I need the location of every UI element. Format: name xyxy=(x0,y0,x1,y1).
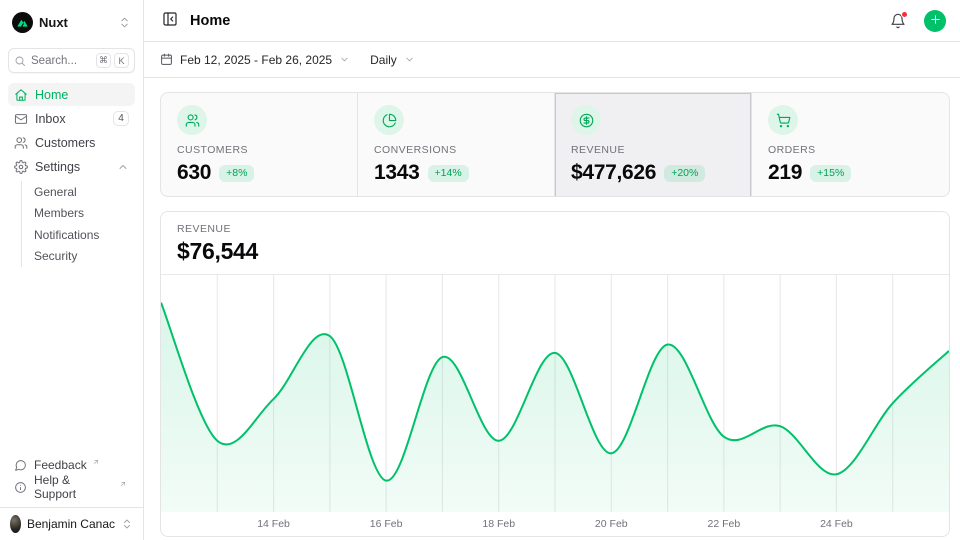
sidebar-item-help-support[interactable]: Help & Support xyxy=(8,476,135,498)
x-tick-label: 18 Feb xyxy=(482,518,515,530)
nuxt-logo-icon xyxy=(12,12,33,33)
search-kbd-shortcut: ⌘K xyxy=(96,53,129,68)
notification-dot xyxy=(901,11,908,18)
x-axis-ticks: 14 Feb 16 Feb 18 Feb 20 Feb 22 Feb 24 Feb xyxy=(161,512,949,536)
dashboard-content: CUSTOMERS 630 +8% CONVERSIONS 1343 +14% xyxy=(144,78,960,540)
user-menu[interactable]: Benjamin Canac xyxy=(0,507,143,540)
chevron-down-icon xyxy=(339,54,350,65)
revenue-chart-card: REVENUE $76,544 14 Feb 16 Feb 18 Feb 20 Feb… xyxy=(160,211,950,537)
x-tick-label: 24 Feb xyxy=(820,518,853,530)
stat-label: CUSTOMERS xyxy=(177,144,341,156)
add-button[interactable] xyxy=(924,10,946,32)
sidebar-item-general[interactable]: General xyxy=(22,181,135,203)
x-tick-label: 20 Feb xyxy=(595,518,628,530)
x-tick-label: 22 Feb xyxy=(707,518,740,530)
chart-total-value: $76,544 xyxy=(177,238,933,265)
footer-item-label: Feedback xyxy=(34,458,87,472)
revenue-chart-svg xyxy=(161,275,949,512)
sidebar-item-customers[interactable]: Customers xyxy=(8,131,135,154)
filters-toolbar: Feb 12, 2025 - Feb 26, 2025 Daily xyxy=(144,42,960,78)
top-bar: Home xyxy=(144,0,960,42)
workspace-switcher[interactable]: Nuxt xyxy=(8,10,135,34)
sidebar-item-label: Inbox xyxy=(35,112,66,126)
sidebar: Nuxt Search... ⌘K Home xyxy=(0,0,144,540)
workspace-name: Nuxt xyxy=(39,15,112,30)
app-window: Nuxt Search... ⌘K Home xyxy=(0,0,960,540)
sidebar-nav: Home Inbox 4 Customers Settings xyxy=(8,83,135,270)
sidebar-item-label: Customers xyxy=(35,136,95,150)
avatar xyxy=(10,515,21,533)
sidebar-item-settings[interactable]: Settings xyxy=(8,155,135,178)
chevron-down-icon xyxy=(404,54,415,65)
chevron-up-icon xyxy=(117,161,129,173)
plus-icon xyxy=(929,13,942,29)
message-circle-icon xyxy=(14,459,27,472)
pie-chart-icon xyxy=(374,105,404,135)
page-title: Home xyxy=(190,13,230,29)
search-input[interactable]: Search... ⌘K xyxy=(8,48,135,73)
notifications-button[interactable] xyxy=(888,11,908,31)
inbox-count-badge: 4 xyxy=(113,111,129,126)
gear-icon xyxy=(14,160,28,174)
chevrons-up-down-icon xyxy=(118,16,131,29)
stat-card-revenue[interactable]: REVENUE $477,626 +20% xyxy=(555,93,752,197)
settings-submenu: General Members Notifications Security xyxy=(21,181,135,267)
chart-metric-label: REVENUE xyxy=(177,223,933,235)
search-placeholder: Search... xyxy=(31,55,91,67)
stats-row: CUSTOMERS 630 +8% CONVERSIONS 1343 +14% xyxy=(160,92,950,197)
date-range-value: Feb 12, 2025 - Feb 26, 2025 xyxy=(180,53,332,67)
users-icon xyxy=(14,136,28,150)
stat-label: REVENUE xyxy=(571,144,735,156)
stat-delta-badge: +15% xyxy=(810,165,851,182)
calendar-icon xyxy=(160,53,173,66)
revenue-area-chart[interactable]: 14 Feb 16 Feb 18 Feb 20 Feb 22 Feb 24 Feb xyxy=(161,275,949,536)
footer-item-label: Help & Support xyxy=(34,473,114,501)
sidebar-item-inbox[interactable]: Inbox 4 xyxy=(8,107,135,130)
chart-header: REVENUE $76,544 xyxy=(161,212,949,275)
sidebar-item-security[interactable]: Security xyxy=(22,246,135,268)
sidebar-item-members[interactable]: Members xyxy=(22,203,135,225)
sidebar-collapse-button[interactable] xyxy=(160,9,180,32)
inbox-icon xyxy=(14,112,28,126)
sidebar-item-home[interactable]: Home xyxy=(8,83,135,106)
stat-value: $477,626 xyxy=(571,161,656,185)
sidebar-spacer xyxy=(8,270,135,454)
info-icon xyxy=(14,481,27,494)
stat-card-orders[interactable]: ORDERS 219 +15% xyxy=(752,93,949,197)
stat-value: 219 xyxy=(768,161,802,185)
bell-icon xyxy=(890,13,906,29)
external-link-icon xyxy=(119,480,127,488)
external-link-icon xyxy=(92,458,100,466)
sidebar-item-label: Home xyxy=(35,88,68,102)
period-value: Daily xyxy=(370,53,397,67)
stat-label: CONVERSIONS xyxy=(374,144,538,156)
stat-label: ORDERS xyxy=(768,144,933,156)
period-select[interactable]: Daily xyxy=(370,53,415,67)
stat-value: 630 xyxy=(177,161,211,185)
stat-card-conversions[interactable]: CONVERSIONS 1343 +14% xyxy=(358,93,555,197)
stat-value: 1343 xyxy=(374,161,420,185)
home-icon xyxy=(14,88,28,102)
users-icon xyxy=(177,105,207,135)
main-panel: Home Feb 12, 2025 - Feb 26, 2025 xyxy=(144,0,960,540)
search-icon xyxy=(14,55,26,67)
stat-delta-badge: +20% xyxy=(664,165,705,182)
x-tick-label: 16 Feb xyxy=(370,518,403,530)
stat-card-customers[interactable]: CUSTOMERS 630 +8% xyxy=(161,93,358,197)
stat-delta-badge: +8% xyxy=(219,165,254,182)
chevrons-up-down-icon xyxy=(121,518,133,530)
x-tick-label: 14 Feb xyxy=(257,518,290,530)
stat-delta-badge: +14% xyxy=(428,165,469,182)
panel-left-close-icon xyxy=(162,11,178,30)
sidebar-item-notifications[interactable]: Notifications xyxy=(22,224,135,246)
date-range-picker[interactable]: Feb 12, 2025 - Feb 26, 2025 xyxy=(160,53,350,67)
sidebar-item-label: Settings xyxy=(35,160,80,174)
user-name: Benjamin Canac xyxy=(27,517,115,531)
cart-icon xyxy=(768,105,798,135)
circle-dollar-icon xyxy=(571,105,601,135)
